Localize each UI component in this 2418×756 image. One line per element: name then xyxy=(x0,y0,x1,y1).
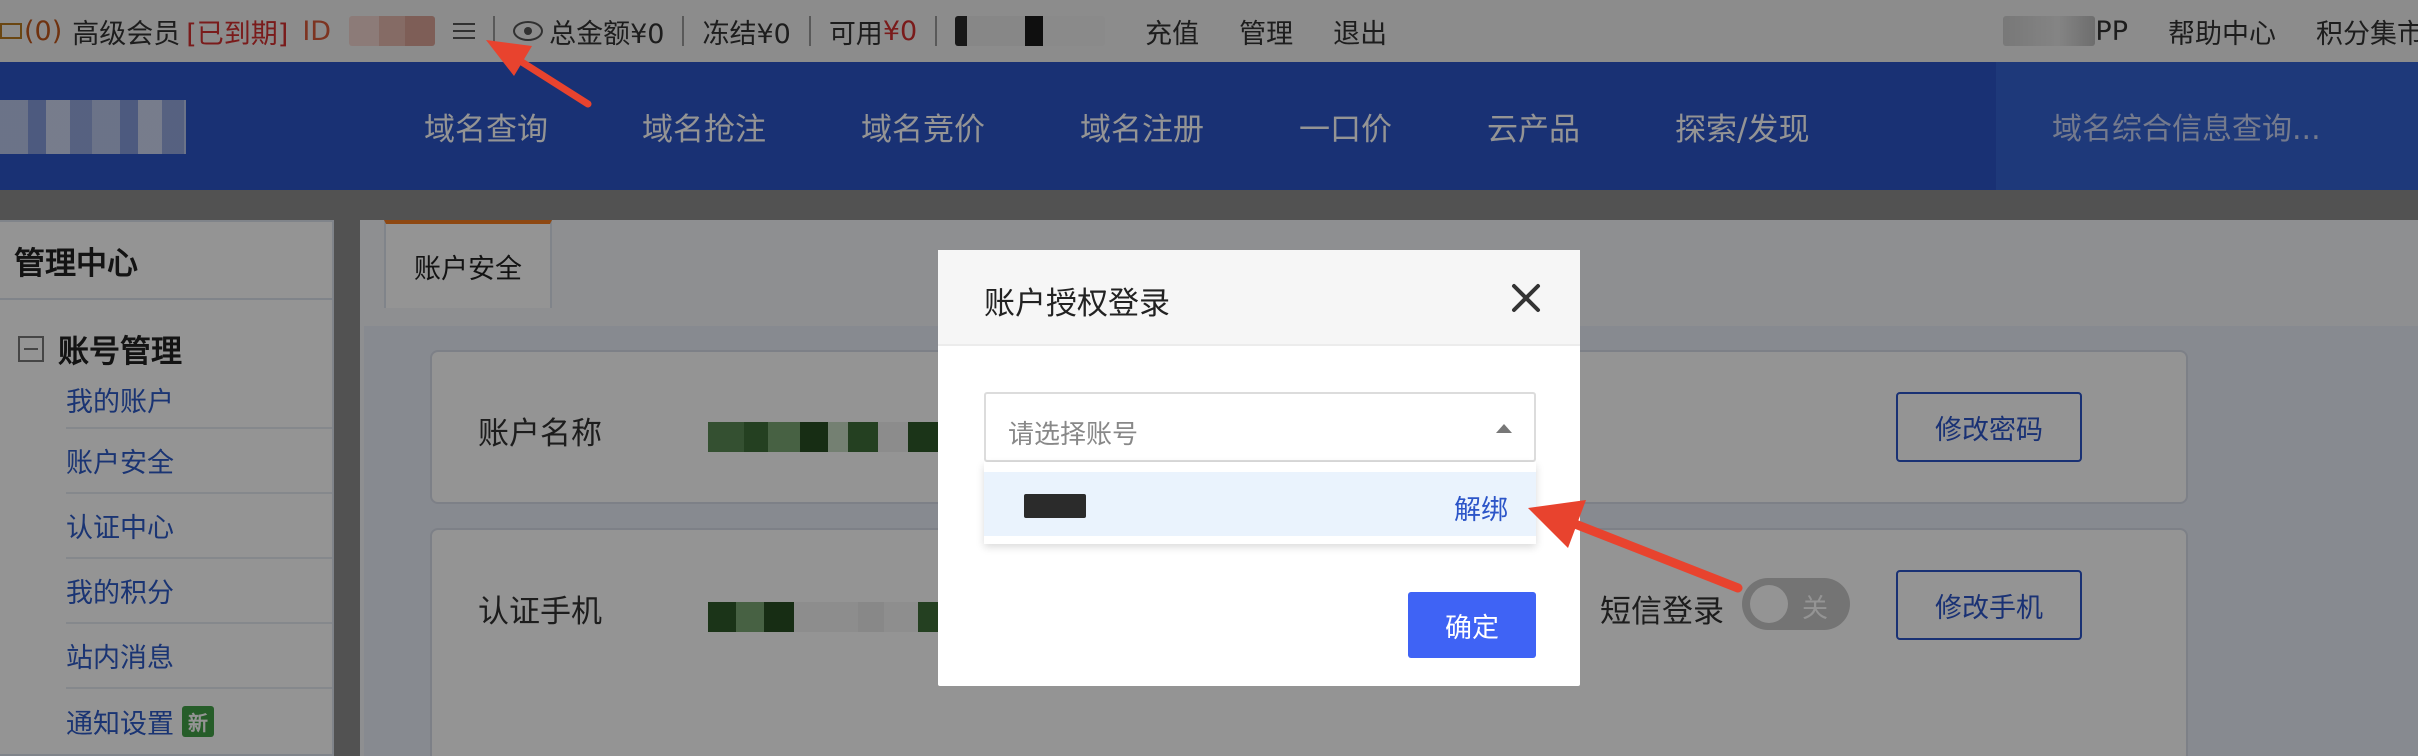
account-select[interactable]: 请选择账号 xyxy=(984,392,1536,462)
close-icon[interactable] xyxy=(1508,280,1544,316)
unbind-link[interactable]: 解绑 xyxy=(1454,488,1508,527)
account-select-placeholder: 请选择账号 xyxy=(1008,420,1139,450)
account-dropdown: 解绑 xyxy=(984,462,1536,544)
account-option[interactable]: 解绑 xyxy=(984,472,1536,536)
dialog-title: 账户授权登录 xyxy=(984,286,1170,322)
account-auth-login-dialog: 账户授权登录 请选择账号 解绑 确定 xyxy=(938,250,1580,686)
confirm-button[interactable]: 确定 xyxy=(1408,592,1536,658)
account-name-redacted xyxy=(1024,494,1086,518)
caret-up-icon xyxy=(1496,424,1512,433)
dialog-header: 账户授权登录 xyxy=(938,250,1580,346)
